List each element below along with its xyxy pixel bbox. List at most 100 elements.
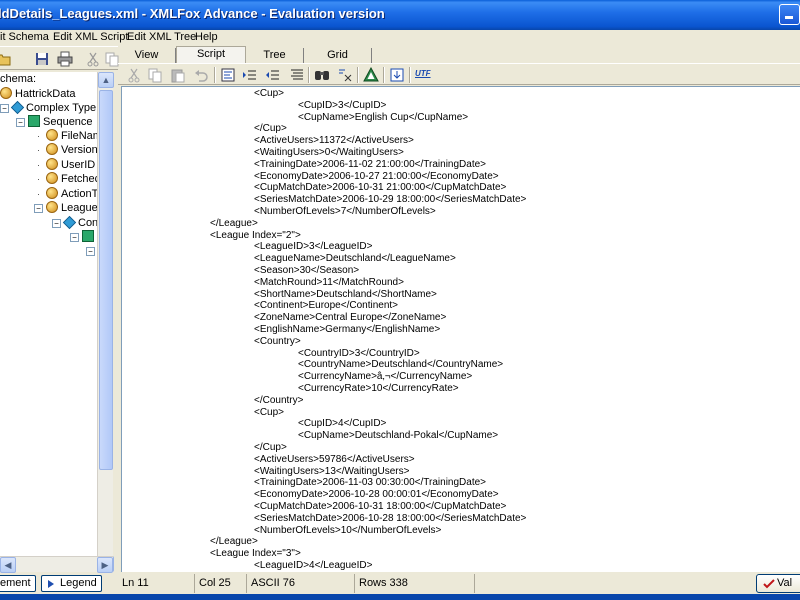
validate-button[interactable]: Val — [756, 574, 800, 593]
toolbar-separator — [214, 67, 216, 83]
collapse-icon[interactable]: − — [86, 247, 95, 256]
save-icon[interactable] — [34, 51, 50, 67]
open-icon[interactable] — [0, 51, 12, 67]
element-icon — [46, 201, 58, 213]
element-icon — [46, 172, 58, 184]
status-rows: Rows 338 — [354, 574, 474, 593]
code-line: <League Index="2"> — [210, 229, 301, 241]
code-line: <TrainingDate>2006-11-03 00:30:00</Train… — [254, 477, 487, 489]
tree-node-fetched[interactable]: · Fetchec — [34, 172, 100, 186]
format-icon[interactable] — [220, 67, 236, 83]
cut-icon[interactable] — [126, 67, 142, 83]
align-icon[interactable] — [289, 67, 305, 83]
tree-vertical-scrollbar[interactable]: ▲ ▼ — [97, 72, 114, 572]
collapse-icon[interactable]: − — [0, 104, 9, 113]
code-line: <Cup> — [254, 406, 285, 418]
xml-script-editor[interactable]: <Cup> <CupID>3</CupID> <CupName>English Cu… — [121, 86, 800, 572]
tree-node-filename[interactable]: · FileNam — [34, 129, 102, 143]
tree-node-sequence[interactable]: − Sequence — [16, 115, 93, 129]
code-line: <Cup> — [254, 88, 285, 99]
code-line: <CupID>3</CupID> — [298, 99, 387, 111]
tab-tree[interactable]: Tree — [246, 48, 304, 63]
toolbar-separator — [383, 67, 385, 83]
scroll-up-icon[interactable]: ▲ — [98, 72, 114, 88]
code-line: <LeagueID>4</LeagueID> — [254, 560, 373, 571]
code-line: <CupID>4</CupID> — [298, 418, 387, 430]
validate-check-icon — [763, 579, 775, 589]
toolbar-separator — [357, 67, 359, 83]
minimize-button[interactable] — [779, 4, 800, 25]
tree-node-actiontype[interactable]: · ActionT — [34, 187, 98, 201]
element-icon — [46, 187, 58, 199]
collapse-icon[interactable]: − — [16, 118, 25, 127]
element-button[interactable]: ement — [0, 575, 36, 592]
tree-node-hattrickdata[interactable]: HattrickData — [0, 87, 76, 101]
replace-icon[interactable] — [337, 67, 353, 83]
tree-node-version[interactable]: · Version — [34, 143, 98, 157]
scroll-right-icon[interactable]: ▶ — [97, 557, 113, 573]
tree-node-userid[interactable]: · UserID — [34, 158, 95, 172]
complex-type-icon — [62, 215, 77, 230]
tab-view[interactable]: View — [118, 48, 176, 63]
find-icon[interactable] — [314, 67, 330, 83]
menu-edit-xml-tree[interactable]: Edit XML Tree — [127, 30, 196, 45]
outdent-icon[interactable] — [265, 67, 281, 83]
tab-grid[interactable]: Grid — [304, 48, 372, 63]
legend-arrow-icon — [48, 580, 54, 588]
tree-node-league[interactable]: − League — [34, 201, 98, 215]
code-line: <CountryID>3</CountryID> — [298, 347, 420, 359]
code-line: <ActiveUsers>59786</ActiveUsers> — [254, 453, 415, 465]
status-spacer — [474, 574, 794, 593]
code-line: <WaitingUsers>13</WaitingUsers> — [254, 465, 410, 477]
toolbar-separator — [409, 67, 411, 83]
menu-edit-xml-script[interactable]: Edit XML Script — [53, 30, 128, 45]
indent-icon[interactable] — [242, 67, 258, 83]
title-bar[interactable]: ldDetails_Leagues.xml - XMLFox Advance -… — [0, 0, 800, 30]
legend-button[interactable]: Legend — [41, 575, 102, 592]
minimize-icon — [785, 16, 793, 19]
window-title: ldDetails_Leagues.xml - XMLFox Advance -… — [0, 6, 385, 21]
validate-icon[interactable] — [363, 67, 379, 83]
code-line: <LeagueName>Deutschland</LeagueName> — [254, 253, 456, 265]
complex-type-icon — [10, 100, 25, 115]
leaf-connector-icon: · — [34, 147, 43, 156]
cut-icon[interactable] — [85, 51, 101, 67]
menu-help[interactable]: Help — [195, 30, 218, 45]
code-line: <CurrencyName>â‚¬</CurrencyName> — [298, 371, 473, 383]
undo-icon[interactable] — [193, 67, 209, 83]
scroll-thumb[interactable] — [99, 90, 113, 470]
code-line: <EconomyDate>2006-10-27 21:00:00</Econom… — [254, 170, 499, 182]
script-toolbar: UTF — [118, 63, 800, 85]
code-line: </Cup> — [254, 123, 287, 135]
code-line: <ActiveUsers>11372</ActiveUsers> — [254, 135, 414, 147]
code-line: <ZoneName>Central Europe</ZoneName> — [254, 312, 447, 324]
paste-icon[interactable] — [170, 67, 186, 83]
collapse-icon[interactable]: − — [52, 219, 61, 228]
utf-icon[interactable]: UTF — [415, 69, 431, 78]
tree-node-league-complex[interactable]: − Con — [52, 215, 98, 230]
status-bar: Ln 11 Col 25 ASCII 76 Rows 338 — [118, 574, 800, 594]
menu-edit-schema[interactable]: it Schema — [0, 30, 49, 45]
element-icon — [46, 129, 58, 141]
scroll-left-icon[interactable]: ◀ — [0, 557, 16, 573]
collapse-icon[interactable]: − — [34, 204, 43, 213]
tree-node-league-sequence[interactable]: − — [70, 230, 97, 244]
leaf-connector-icon: · — [34, 133, 43, 142]
code-line: <CountryName>Deutschland</CountryName> — [298, 359, 504, 371]
code-line: <EnglishName>Germany</EnglishName> — [254, 324, 441, 335]
collapse-icon[interactable]: − — [70, 233, 79, 242]
export-icon[interactable] — [389, 67, 405, 83]
code-line: <CupMatchDate>2006-10-31 21:00:00</CupMa… — [254, 182, 507, 194]
code-line: <EconomyDate>2006-10-28 00:00:01</Econom… — [254, 489, 499, 501]
code-line: <SeriesMatchDate>2006-10-29 18:00:00</Se… — [254, 194, 527, 206]
print-icon[interactable] — [57, 51, 73, 67]
tree-node-complex-type[interactable]: − Complex Type — [0, 100, 96, 115]
copy-icon[interactable] — [147, 67, 163, 83]
tree-horizontal-scrollbar[interactable]: ◀ ▶ — [0, 556, 113, 573]
tab-script[interactable]: Script — [176, 46, 246, 63]
element-icon — [46, 158, 58, 170]
code-line: <TrainingDate>2006-11-02 21:00:00</Train… — [254, 158, 487, 170]
left-pane-footer: ement Legend — [0, 573, 118, 593]
code-line: <Continent>Europe</Continent> — [254, 300, 398, 312]
code-line: <Country> — [254, 335, 301, 347]
